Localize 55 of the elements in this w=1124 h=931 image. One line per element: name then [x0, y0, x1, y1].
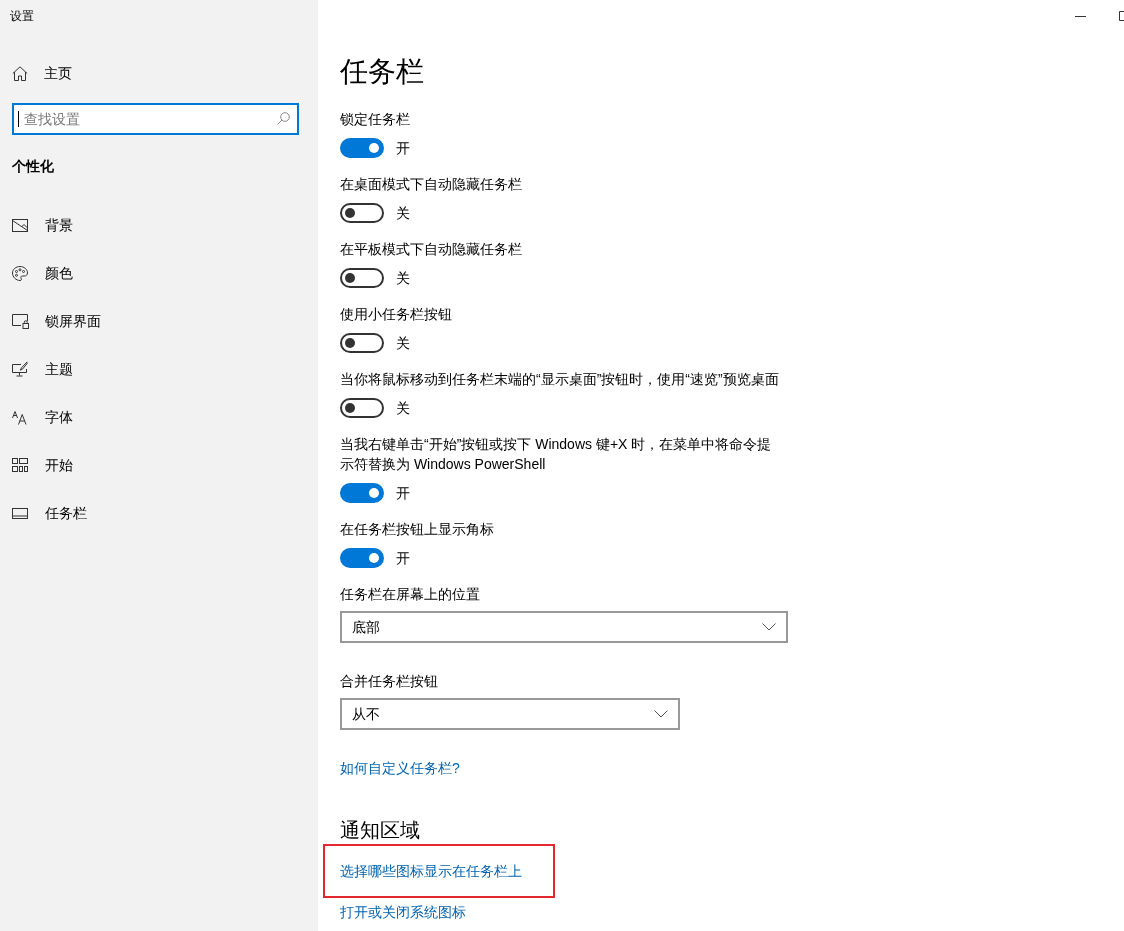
palette-icon	[12, 265, 28, 281]
setting-label: 合并任务栏按钮	[340, 672, 438, 691]
dropdown[interactable]: 从不	[340, 698, 680, 730]
toggle-state-label: 关	[396, 399, 410, 418]
sidebar-item[interactable]: 背景	[12, 215, 73, 235]
setting-label: 当我右键单击“开始”按钮或按下 Windows 键+X 时，在菜单中将命令提示符替换为 Windows PowerShell	[340, 435, 773, 474]
sidebar-item[interactable]: 锁屏界面	[12, 311, 101, 331]
sidebar-item[interactable]: 任务栏	[12, 503, 87, 523]
font-icon	[12, 409, 27, 425]
chevron-down-icon	[762, 623, 776, 631]
sidebar-item[interactable]: 开始	[12, 455, 73, 475]
picture-icon	[12, 218, 28, 232]
search-field[interactable]: 查找设置	[12, 103, 299, 135]
setting-label: 在平板模式下自动隐藏任务栏	[340, 240, 522, 259]
page-title: 任务栏	[340, 55, 424, 89]
minimize-icon[interactable]	[1075, 15, 1086, 17]
taskbar-icon	[12, 507, 28, 519]
sidebar-item[interactable]: 主题	[12, 359, 73, 379]
sidebar-item[interactable]: 颜色	[12, 263, 73, 283]
toggle-switch[interactable]	[340, 398, 384, 418]
toggle-switch[interactable]	[340, 138, 384, 158]
home-link[interactable]: 主页	[12, 63, 72, 83]
toggle-state-label: 关	[396, 269, 410, 288]
setting-label: 任务栏在屏幕上的位置	[340, 585, 480, 604]
toggle-switch[interactable]	[340, 203, 384, 223]
toggle-switch[interactable]	[340, 483, 384, 503]
toggle-state-label: 关	[396, 334, 410, 353]
toggle-state-label: 开	[396, 549, 410, 568]
setting-label: 在任务栏按钮上显示角标	[340, 520, 494, 539]
chevron-down-icon	[654, 710, 668, 718]
link[interactable]: 打开或关闭系统图标	[340, 902, 466, 922]
link[interactable]: 选择哪些图标显示在任务栏上	[340, 861, 522, 881]
help-link[interactable]: 如何自定义任务栏?	[340, 758, 460, 778]
setting-label: 当你将鼠标移动到任务栏末端的“显示桌面”按钮时，使用“速览”预览桌面	[340, 370, 779, 389]
toggle-switch[interactable]	[340, 268, 384, 288]
maximize-icon[interactable]	[1119, 11, 1124, 21]
setting-label: 使用小任务栏按钮	[340, 305, 452, 324]
window-title: 设置	[10, 8, 34, 24]
toggle-switch[interactable]	[340, 333, 384, 353]
section-title: 个性化	[12, 157, 54, 176]
sidebar-item[interactable]: 字体	[12, 407, 73, 427]
toggle-state-label: 开	[396, 484, 410, 503]
setting-label: 在桌面模式下自动隐藏任务栏	[340, 175, 522, 194]
dropdown[interactable]: 底部	[340, 611, 788, 643]
search-icon	[277, 112, 290, 125]
toggle-switch[interactable]	[340, 548, 384, 568]
text-cursor	[18, 111, 19, 127]
home-icon	[12, 65, 28, 81]
toggle-state-label: 关	[396, 204, 410, 223]
toggle-state-label: 开	[396, 139, 410, 158]
start-tiles-icon	[12, 458, 28, 472]
lock-screen-icon	[12, 313, 29, 329]
section-heading: 通知区域	[340, 818, 420, 843]
theme-icon	[12, 361, 28, 377]
setting-label: 锁定任务栏	[340, 110, 410, 129]
